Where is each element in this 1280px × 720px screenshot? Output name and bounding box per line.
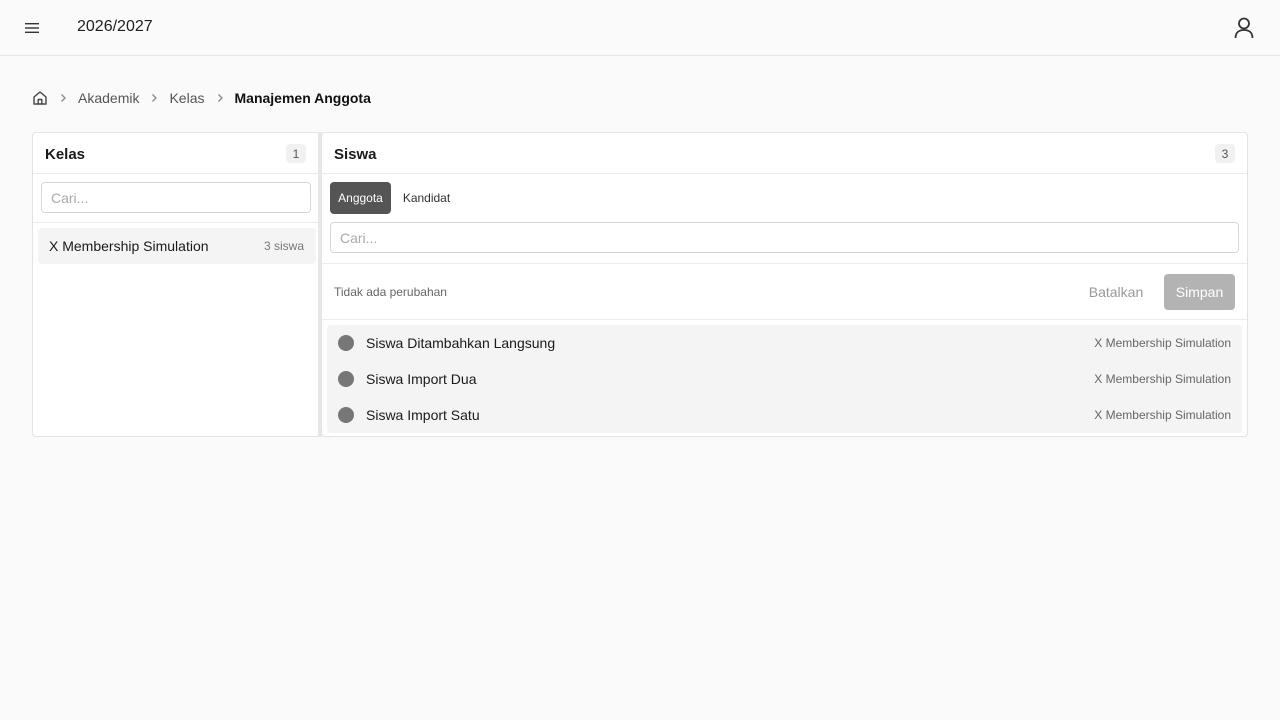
classes-count-badge: 1	[286, 144, 306, 163]
hamburger-menu-icon[interactable]	[20, 16, 44, 40]
students-count-badge: 3	[1215, 144, 1235, 163]
student-list-item[interactable]: Siswa Ditambahkan Langsung X Membership …	[327, 325, 1242, 361]
changes-toolbar: Tidak ada perubahan Batalkan Simpan	[322, 263, 1247, 320]
students-panel-title: Siswa	[334, 146, 377, 163]
top-bar: 2026/2027	[0, 0, 1280, 56]
home-icon[interactable]	[32, 90, 48, 106]
class-student-count: 3 siswa	[263, 239, 304, 253]
changes-status-text: Tidak ada perubahan	[334, 285, 447, 299]
tab-anggota[interactable]: Anggota	[330, 182, 391, 214]
breadcrumb-akademik[interactable]: Akademik	[78, 90, 139, 106]
student-list-item[interactable]: Siswa Import Satu X Membership Simulatio…	[327, 397, 1242, 433]
class-name: X Membership Simulation	[49, 238, 209, 254]
students-panel-header: Siswa 3	[322, 133, 1247, 174]
chevron-right-icon	[146, 90, 162, 106]
breadcrumb-kelas[interactable]: Kelas	[169, 90, 204, 106]
class-list-item[interactable]: X Membership Simulation 3 siswa	[38, 228, 316, 264]
student-list: Siswa Ditambahkan Langsung X Membership …	[327, 325, 1242, 433]
tab-kandidat[interactable]: Kandidat	[396, 182, 457, 214]
student-class: X Membership Simulation	[1094, 372, 1231, 386]
user-icon[interactable]	[1231, 15, 1257, 41]
academic-year-label: 2026/2027	[77, 18, 153, 35]
student-avatar-dot	[338, 335, 354, 351]
student-avatar-dot	[338, 371, 354, 387]
students-panel: Siswa 3 Anggota Kandidat Tidak ada perub…	[321, 132, 1248, 437]
student-avatar-dot	[338, 407, 354, 423]
class-search-input[interactable]	[41, 182, 311, 213]
student-name: Siswa Ditambahkan Langsung	[366, 335, 556, 351]
student-list-item[interactable]: Siswa Import Dua X Membership Simulation	[327, 361, 1242, 397]
chevron-right-icon	[212, 90, 228, 106]
breadcrumb: Akademik Kelas Manajemen Anggota	[32, 88, 371, 108]
student-name: Siswa Import Dua	[366, 371, 477, 387]
classes-panel-title: Kelas	[45, 146, 86, 163]
student-name: Siswa Import Satu	[366, 407, 480, 423]
cancel-button[interactable]: Batalkan	[1080, 274, 1152, 310]
divider	[33, 222, 319, 223]
student-search-input[interactable]	[330, 222, 1239, 253]
classes-panel-header: Kelas 1	[33, 133, 319, 174]
chevron-right-icon	[55, 90, 71, 106]
breadcrumb-current: Manajemen Anggota	[234, 90, 371, 106]
student-class: X Membership Simulation	[1094, 408, 1231, 422]
save-button[interactable]: Simpan	[1164, 274, 1235, 310]
student-class: X Membership Simulation	[1094, 336, 1231, 350]
classes-panel: Kelas 1 X Membership Simulation 3 siswa	[32, 132, 320, 437]
